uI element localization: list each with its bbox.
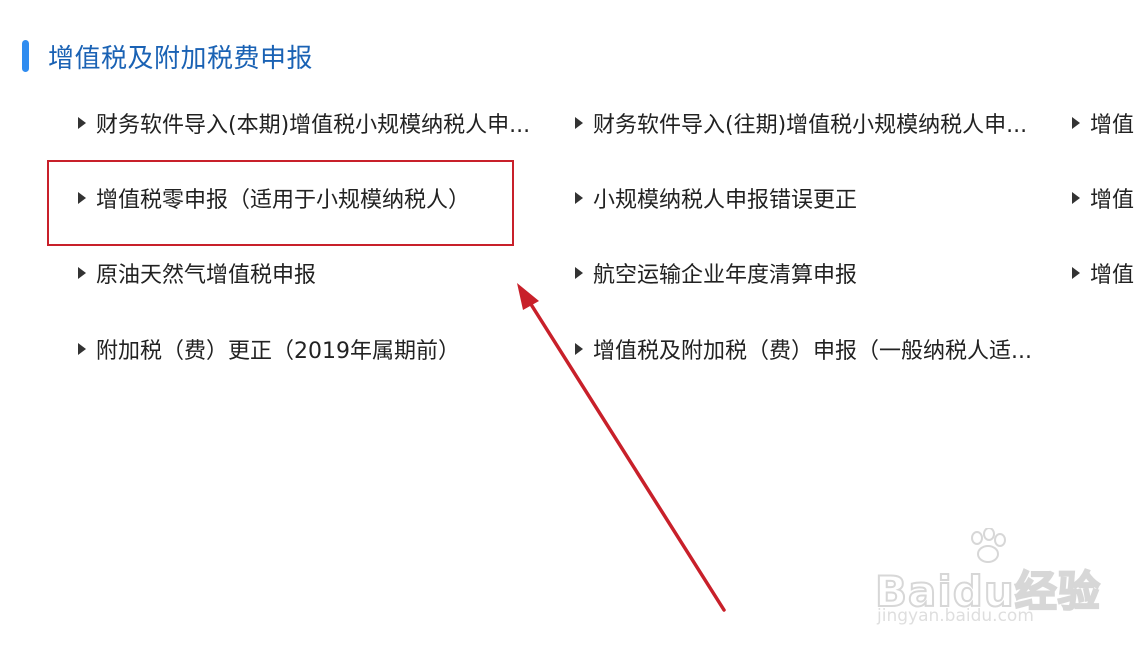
link-item-crude-oil-gas-vat[interactable]: 原油天然气增值税申报 [78,253,548,293]
link-label: 增值税及附加税（费）申报（一般纳税人适... [593,339,1032,364]
triangle-bullet-icon [575,267,583,279]
link-item-aviation-annual-settlement[interactable]: 航空运输企业年度清算申报 [575,253,1045,293]
link-label: 航空运输企业年度清算申报 [593,263,858,288]
link-item-vat-truncated-3[interactable]: 增值 [1072,253,1140,293]
link-item-small-scale-correction[interactable]: 小规模纳税人申报错误更正 [575,178,1045,218]
triangle-bullet-icon [1072,267,1080,279]
baidu-watermark: Baidu经验 jingyan.baidu.com [874,528,1105,628]
link-label: 原油天然气增值税申报 [96,263,317,288]
link-label: 增值 [1090,113,1135,138]
triangle-bullet-icon [575,192,583,204]
link-item-import-current[interactable]: 财务软件导入(本期)增值税小规模纳税人申... [78,103,548,143]
triangle-bullet-icon [575,117,583,129]
title-accent-bar [22,40,29,72]
link-label: 增值 [1090,263,1135,288]
link-item-vat-truncated-1[interactable]: 增值 [1072,103,1140,143]
link-label: 财务软件导入(往期)增值税小规模纳税人申... [593,113,1028,138]
section-title: 增值税及附加税费申报 [48,43,314,74]
triangle-bullet-icon [575,343,583,355]
triangle-bullet-icon [78,117,86,129]
triangle-bullet-icon [78,267,86,279]
link-item-vat-surtax-general[interactable]: 增值税及附加税（费）申报（一般纳税人适... [575,329,1050,369]
baidu-url-text: jingyan.baidu.com [877,606,1034,626]
link-label: 小规模纳税人申报错误更正 [593,188,858,213]
link-label: 增值 [1090,188,1135,213]
link-label: 附加税（费）更正（2019年属期前） [96,339,460,364]
link-item-surtax-correction[interactable]: 附加税（费）更正（2019年属期前） [78,329,548,369]
triangle-bullet-icon [78,343,86,355]
triangle-bullet-icon [1072,192,1080,204]
link-item-vat-truncated-2[interactable]: 增值 [1072,178,1140,218]
highlight-box [47,160,514,246]
triangle-bullet-icon [1072,117,1080,129]
link-item-import-previous[interactable]: 财务软件导入(往期)增值税小规模纳税人申... [575,103,1045,143]
section-header: 增值税及附加税费申报 [22,36,313,76]
link-label: 财务软件导入(本期)增值税小规模纳税人申... [96,113,531,138]
